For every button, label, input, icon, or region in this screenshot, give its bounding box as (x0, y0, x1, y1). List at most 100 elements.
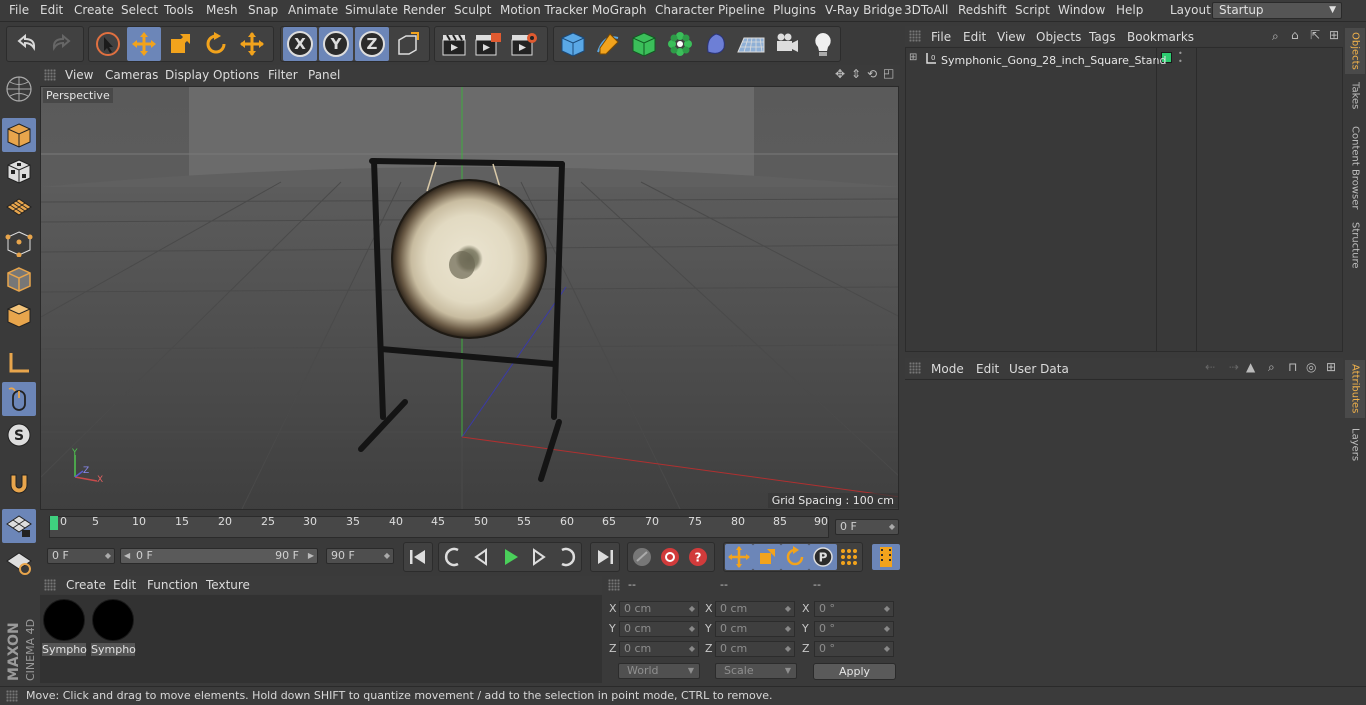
panel-grip-icon[interactable] (608, 579, 620, 591)
home-icon[interactable]: ⌂ (1291, 28, 1299, 42)
workplane-mode-button[interactable] (2, 190, 36, 224)
expand-plus-icon[interactable]: ⊞ (909, 52, 917, 63)
rotate-tool-button[interactable] (199, 27, 233, 61)
menu-tools[interactable]: Tools (164, 3, 194, 17)
new-window-icon[interactable]: ⊞ (1329, 28, 1339, 42)
up-arrow-icon[interactable]: ▲ (1246, 360, 1255, 374)
texture-mode-button[interactable] (2, 154, 36, 188)
menu-window[interactable]: Window (1058, 3, 1105, 17)
panel-grip-icon[interactable] (909, 362, 921, 374)
3d-viewport[interactable]: Y Z X (40, 86, 899, 510)
menu-animate[interactable]: Animate (288, 3, 338, 17)
key-rotation-toggle[interactable] (781, 544, 809, 570)
attributes-menu-user-data[interactable]: User Data (1009, 362, 1069, 376)
menu-edit[interactable]: Edit (40, 3, 63, 17)
new-window-icon[interactable]: ⊞ (1326, 360, 1336, 374)
attributes-menu-mode[interactable]: Mode (931, 362, 964, 376)
solo-button[interactable]: S (2, 418, 36, 452)
layout-select[interactable]: Startup ▼ (1212, 2, 1342, 19)
camera-name-label[interactable]: Perspective (43, 88, 113, 103)
goto-end-button[interactable] (593, 546, 617, 571)
current-frame-field[interactable]: 0 F ◆ (835, 519, 899, 535)
material-swatch[interactable]: Sympho (91, 598, 136, 656)
coordinate-system-button[interactable] (391, 27, 425, 61)
menu-script[interactable]: Script (1015, 3, 1050, 17)
record-active-button[interactable] (630, 546, 654, 571)
tab-takes[interactable]: Takes (1345, 78, 1365, 118)
key-position-toggle[interactable] (725, 544, 753, 570)
render-view-button[interactable] (437, 27, 471, 61)
viewport-menu-display[interactable]: Display (165, 68, 209, 82)
snap-button[interactable] (2, 466, 36, 500)
add-scene-button[interactable] (734, 27, 768, 61)
rotate-view-icon[interactable]: ⟲ (867, 67, 877, 81)
material-menu-create[interactable]: Create (66, 578, 106, 592)
tab-content-browser[interactable]: Content Browser (1345, 122, 1365, 212)
viewport-menu-panel[interactable]: Panel (308, 68, 340, 82)
coordinate-space-dropdown[interactable]: World ▼ (618, 663, 700, 679)
viewport-menu-options[interactable]: Options (213, 68, 259, 82)
model-mode-button[interactable] (2, 118, 36, 152)
menu-file[interactable]: File (9, 3, 29, 17)
render-settings-button[interactable] (507, 27, 541, 61)
tab-attributes[interactable]: Attributes (1345, 360, 1365, 418)
next-keyframe-button[interactable] (554, 546, 578, 571)
objects-menu-bookmarks[interactable]: Bookmarks (1127, 30, 1194, 44)
objects-menu-view[interactable]: View (997, 30, 1025, 44)
points-mode-button[interactable] (2, 226, 36, 260)
range-left-arrow-icon[interactable]: ◀ (124, 549, 130, 563)
add-deformer-button[interactable] (699, 27, 733, 61)
menu-select[interactable]: Select (121, 3, 158, 17)
menu-plugins[interactable]: Plugins (773, 3, 816, 17)
objects-menu-objects[interactable]: Objects (1036, 30, 1081, 44)
menu-render[interactable]: Render (403, 3, 446, 17)
menu-motion-tracker[interactable]: Motion Tracker (500, 3, 588, 17)
tweak-mode-button[interactable] (2, 382, 36, 416)
dolly-view-icon[interactable]: ⇕ (851, 67, 861, 81)
object-name-label[interactable]: Symphonic_Gong_28_inch_Square_Stand (941, 54, 1166, 67)
redo-button[interactable] (45, 27, 79, 61)
recent-tool-button[interactable] (235, 27, 269, 61)
add-light-button[interactable] (806, 27, 840, 61)
material-menu-texture[interactable]: Texture (206, 578, 250, 592)
menu-mograph[interactable]: MoGraph (592, 3, 647, 17)
back-arrow-icon[interactable]: ⇠ (1205, 360, 1215, 374)
menu-help[interactable]: Help (1116, 3, 1143, 17)
size-z-field[interactable]: 0 cm ◆ (715, 641, 795, 657)
size-y-field[interactable]: 0 cm ◆ (715, 621, 795, 637)
axis-mode-button[interactable] (2, 346, 36, 380)
material-menu-function[interactable]: Function (147, 578, 198, 592)
attributes-menu-edit[interactable]: Edit (976, 362, 999, 376)
viewport-menu-filter[interactable]: Filter (268, 68, 298, 82)
objects-menu-tags[interactable]: Tags (1089, 30, 1116, 44)
make-editable-button[interactable] (2, 72, 36, 106)
material-menu-edit[interactable]: Edit (113, 578, 136, 592)
rotation-b-field[interactable]: 0 ° ◆ (814, 641, 894, 657)
frame-range-slider[interactable]: ◀ 0 F 90 F ▶ (120, 548, 318, 564)
polygons-mode-button[interactable] (2, 298, 36, 332)
add-mograph-button[interactable] (663, 27, 697, 61)
add-spline-button[interactable] (591, 27, 625, 61)
visibility-dots-icon[interactable]: • • (1178, 50, 1183, 66)
workplane-lock-button[interactable] (2, 509, 36, 543)
timeline-window-button[interactable] (872, 544, 900, 570)
objects-menu-file[interactable]: File (931, 30, 951, 44)
pan-view-icon[interactable]: ✥ (835, 67, 845, 81)
x-axis-toggle[interactable]: X (283, 27, 317, 61)
menu-3dtoall[interactable]: 3DToAll (904, 3, 948, 17)
menu-create[interactable]: Create (74, 3, 114, 17)
scale-tool-button[interactable] (163, 27, 197, 61)
prev-keyframe-button[interactable] (442, 546, 466, 571)
target-icon[interactable]: ◎ (1306, 360, 1316, 374)
panel-grip-icon[interactable] (909, 30, 921, 42)
add-camera-button[interactable] (770, 27, 804, 61)
size-x-field[interactable]: 0 cm ◆ (715, 601, 795, 617)
end-frame-field[interactable]: 90 F ◆ (326, 548, 394, 564)
key-scale-toggle[interactable] (753, 544, 781, 570)
play-button[interactable] (498, 546, 522, 571)
position-y-field[interactable]: 0 cm ◆ (619, 621, 699, 637)
material-swatch[interactable]: Sympho (42, 598, 87, 656)
key-parameter-toggle[interactable]: P (809, 544, 837, 570)
panel-grip-icon[interactable] (44, 69, 56, 81)
prev-frame-button[interactable] (470, 546, 494, 571)
